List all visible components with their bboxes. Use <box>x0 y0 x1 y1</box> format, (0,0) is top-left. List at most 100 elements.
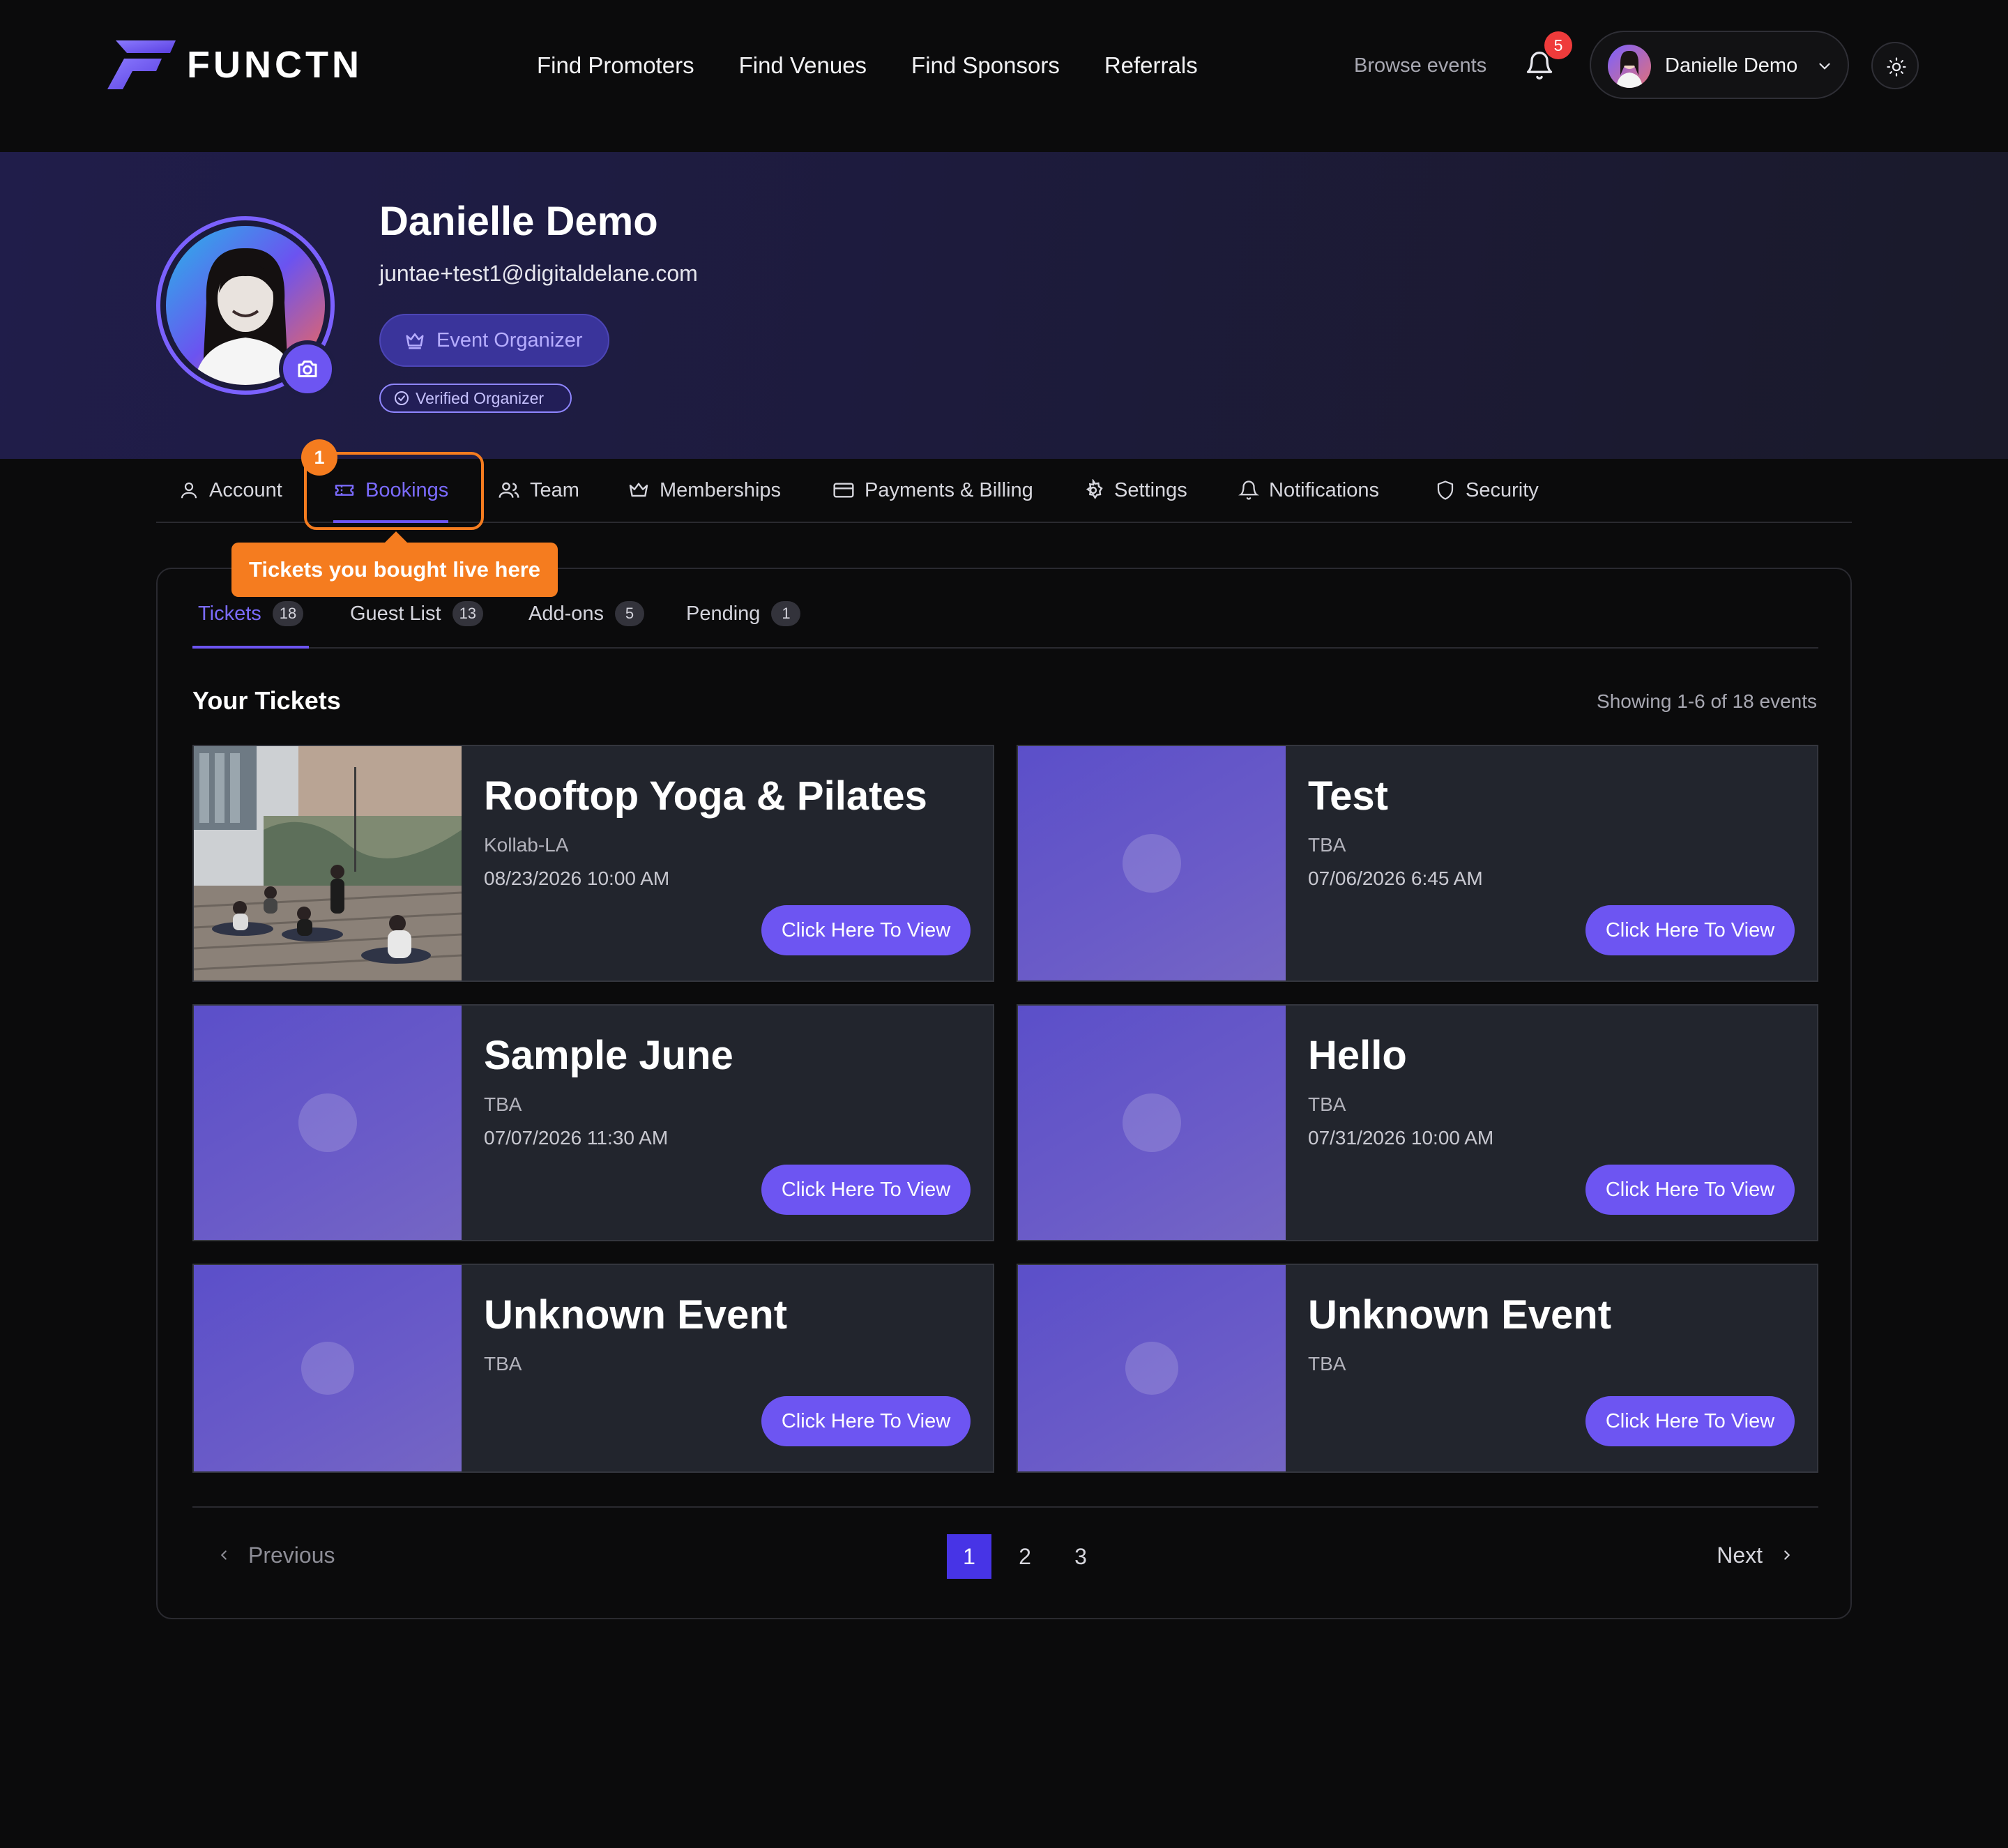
nav-find-sponsors[interactable]: Find Sponsors <box>911 46 1060 85</box>
event-placeholder-image <box>1018 1006 1286 1240</box>
functn-logo[interactable]: FUNCTN <box>106 39 363 91</box>
subtab-pending-count: 1 <box>771 601 801 626</box>
shield-icon <box>1437 480 1454 500</box>
gear-icon <box>1086 479 1103 499</box>
previous-page-button[interactable]: Previous <box>216 1534 335 1576</box>
ticket-title: Test <box>1308 773 1388 819</box>
tab-security-label: Security <box>1466 478 1539 501</box>
page-1-button[interactable]: 1 <box>947 1534 991 1579</box>
ticket-card: Test TBA 07/06/2026 6:45 AM Click Here T… <box>1017 745 1818 982</box>
subtab-tickets-count: 18 <box>272 601 304 626</box>
nav-find-venues[interactable]: Find Venues <box>739 46 867 85</box>
profile-header: Danielle Demo juntae+test1@digitaldelane… <box>0 152 2008 459</box>
subtab-guest-list-label: Guest List <box>350 603 441 625</box>
subtab-add-ons-label: Add-ons <box>528 603 604 625</box>
tab-account[interactable]: Account <box>178 459 282 522</box>
subtab-tickets-label: Tickets <box>198 603 261 625</box>
role-label: Event Organizer <box>436 328 583 351</box>
ticket-title: Rooftop Yoga & Pilates <box>484 773 927 819</box>
view-ticket-button[interactable]: Click Here To View <box>1585 1396 1795 1446</box>
next-page-button[interactable]: Next <box>1717 1534 1795 1576</box>
chevron-left-icon <box>220 1550 227 1560</box>
ticket-date: 08/23/2026 10:00 AM <box>484 868 670 889</box>
theme-toggle-button[interactable] <box>1871 42 1919 89</box>
ticket-venue: TBA <box>1308 1353 1346 1374</box>
verified-label: Verified Organizer <box>416 388 545 407</box>
ticket-card: Unknown Event TBA Click Here To View <box>192 1264 994 1473</box>
ticket-card: Rooftop Yoga & Pilates Kollab-LA 08/23/2… <box>192 745 994 982</box>
top-navbar: FUNCTN Find Promoters Find Venues Find S… <box>0 0 2008 152</box>
subtab-add-ons[interactable]: Add-ons 5 <box>528 598 645 647</box>
view-ticket-button[interactable]: Click Here To View <box>761 1396 971 1446</box>
subtab-pending[interactable]: Pending 1 <box>686 598 801 647</box>
subtab-guest-list[interactable]: Guest List 13 <box>350 598 484 647</box>
ticket-date: 07/31/2026 10:00 AM <box>1308 1127 1494 1149</box>
tab-notifications-label: Notifications <box>1269 478 1379 501</box>
camera-icon <box>298 361 317 377</box>
user-icon <box>181 482 197 499</box>
user-menu-button[interactable]: Danielle Demo <box>1590 31 1849 99</box>
credit-card-icon <box>833 483 854 498</box>
page-2-button[interactable]: 2 <box>1003 1534 1047 1579</box>
tab-settings-label: Settings <box>1114 478 1187 501</box>
tab-payments-label: Payments & Billing <box>865 478 1033 501</box>
tab-memberships[interactable]: Memberships <box>628 459 781 522</box>
browse-events-link[interactable]: Browse events <box>1354 50 1486 81</box>
sun-icon <box>1887 57 1906 77</box>
event-photo <box>194 746 462 980</box>
image-placeholder-icon <box>298 1093 357 1152</box>
active-subtab-indicator <box>192 646 310 649</box>
ticket-venue: TBA <box>1308 1093 1346 1115</box>
section-title: Your Tickets <box>192 686 341 715</box>
previous-label: Previous <box>248 1542 335 1568</box>
user-avatar <box>1608 45 1651 88</box>
ticket-date: 07/07/2026 11:30 AM <box>484 1127 669 1149</box>
ticket-venue: TBA <box>484 1093 522 1115</box>
event-placeholder-image <box>194 1006 462 1240</box>
ticket-venue: TBA <box>1308 834 1346 856</box>
ticket-date: 07/06/2026 6:45 AM <box>1308 868 1483 889</box>
tab-settings[interactable]: Settings <box>1082 459 1187 522</box>
tab-account-label: Account <box>209 478 282 501</box>
chevron-down-icon <box>1819 63 1830 70</box>
view-ticket-button[interactable]: Click Here To View <box>1585 905 1795 955</box>
results-count: Showing 1-6 of 18 events <box>1597 690 1817 712</box>
tab-security[interactable]: Security <box>1435 459 1539 522</box>
tab-payments-billing[interactable]: Payments & Billing <box>832 459 1033 522</box>
profile-email: juntae+test1@digitaldelane.com <box>379 261 698 286</box>
check-circle-icon <box>395 391 409 405</box>
change-photo-button[interactable] <box>279 340 336 397</box>
image-placeholder-icon <box>1123 1093 1181 1152</box>
view-ticket-button[interactable]: Click Here To View <box>1585 1165 1795 1215</box>
tab-notifications[interactable]: Notifications <box>1238 459 1379 522</box>
pagination-divider <box>192 1506 1818 1508</box>
tab-team[interactable]: Team <box>498 459 579 522</box>
view-ticket-button[interactable]: Click Here To View <box>761 905 971 955</box>
ticket-card: Sample June TBA 07/07/2026 11:30 AM Clic… <box>192 1004 994 1241</box>
users-icon <box>499 482 519 498</box>
subtab-guest-list-count: 13 <box>452 601 484 626</box>
nav-find-promoters[interactable]: Find Promoters <box>537 46 694 85</box>
ticket-title: Sample June <box>484 1033 733 1078</box>
avatar-person-icon <box>1616 50 1643 88</box>
image-placeholder-icon <box>1123 834 1181 893</box>
logo-text: FUNCTN <box>187 44 363 86</box>
nav-referrals[interactable]: Referrals <box>1104 46 1198 85</box>
next-label: Next <box>1717 1542 1763 1568</box>
view-ticket-button[interactable]: Click Here To View <box>761 1165 971 1215</box>
tour-tooltip: Tickets you bought live here <box>231 543 558 597</box>
tab-memberships-label: Memberships <box>660 478 782 501</box>
ticket-card: Hello TBA 07/31/2026 10:00 AM Click Here… <box>1017 1004 1818 1241</box>
ticket-title: Unknown Event <box>484 1292 788 1338</box>
logo-mark-icon <box>107 40 176 89</box>
profile-name: Danielle Demo <box>379 199 658 244</box>
event-placeholder-image <box>1018 1265 1286 1471</box>
chevron-right-icon <box>1784 1550 1790 1560</box>
ticket-title: Unknown Event <box>1308 1292 1612 1338</box>
bookings-subtabs: Tickets 18 Guest List 13 Add-ons 5 Pendi… <box>192 598 1818 649</box>
ticket-venue: TBA <box>484 1353 522 1374</box>
page-3-button[interactable]: 3 <box>1058 1534 1103 1579</box>
tour-step-badge: 1 <box>301 439 337 476</box>
crown-icon <box>629 483 648 497</box>
subtab-tickets[interactable]: Tickets 18 <box>192 598 310 649</box>
